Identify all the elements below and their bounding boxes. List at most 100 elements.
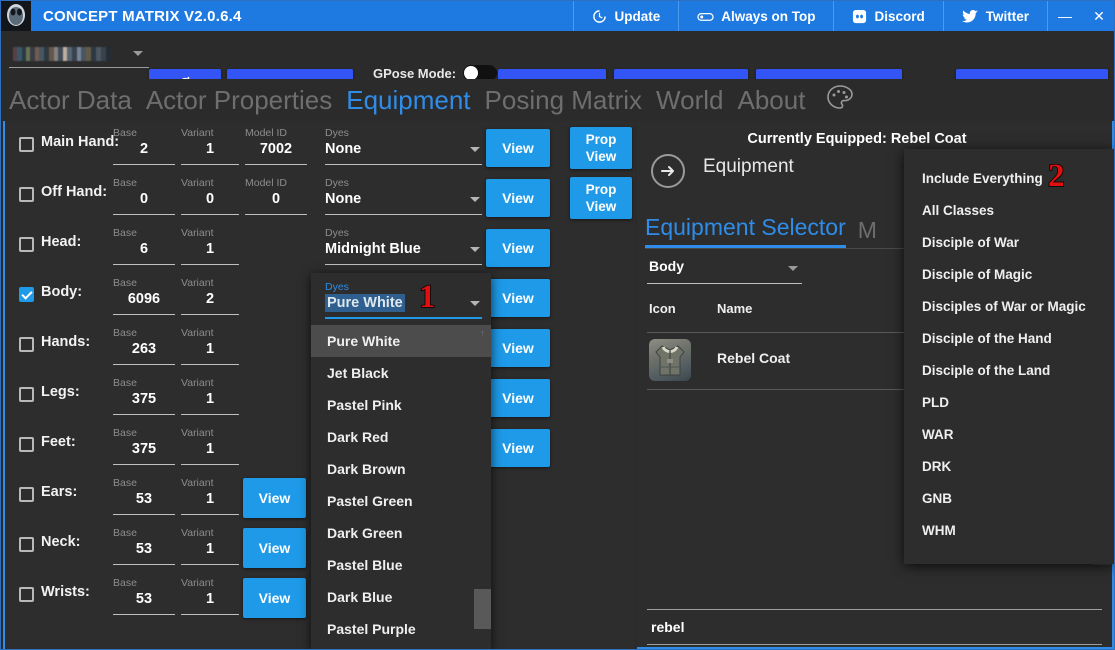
field-variant-main-hand[interactable]: Variant 1 bbox=[181, 127, 239, 165]
field-variant-hands[interactable]: Variant 1 bbox=[181, 327, 239, 365]
slot-checkbox-off-hand[interactable] bbox=[19, 187, 34, 202]
class-option-disciples-of-war-or-magic[interactable]: Disciples of War or Magic bbox=[904, 290, 1114, 322]
view-button-legs[interactable]: View bbox=[486, 379, 550, 417]
tab-world[interactable]: World bbox=[656, 87, 723, 113]
search-input-value: rebel bbox=[651, 619, 685, 635]
twitter-button[interactable]: Twitter bbox=[942, 1, 1047, 31]
field-variant-feet[interactable]: Variant 1 bbox=[181, 427, 239, 465]
slot-checkbox-legs[interactable] bbox=[19, 387, 34, 402]
slot-checkbox-body[interactable] bbox=[19, 287, 34, 302]
field-variant-body[interactable]: Variant 2 bbox=[181, 277, 239, 315]
dye-option-dark-green[interactable]: Dark Green bbox=[311, 517, 491, 549]
close-button[interactable]: ✕ bbox=[1082, 1, 1114, 31]
dye-option-pastel-pink[interactable]: Pastel Pink bbox=[311, 389, 491, 421]
always-on-top-button[interactable]: Always on Top bbox=[678, 1, 833, 31]
prop-view-button-off-hand[interactable]: Prop View bbox=[570, 177, 632, 219]
view-button-body[interactable]: View bbox=[486, 279, 550, 317]
dye-option-pastel-blue[interactable]: Pastel Blue bbox=[311, 549, 491, 581]
class-option-disciple-of-magic[interactable]: Disciple of Magic bbox=[904, 258, 1114, 290]
discord-button[interactable]: Discord bbox=[833, 1, 942, 31]
view-button-ears[interactable]: View bbox=[243, 478, 306, 518]
view-button-head[interactable]: View bbox=[486, 229, 550, 267]
prop-view-button-main-hand[interactable]: Prop View bbox=[570, 127, 632, 169]
dye-option-pure-white[interactable]: Pure White bbox=[311, 325, 491, 357]
view-button-feet[interactable]: View bbox=[486, 429, 550, 467]
field-base-off-hand[interactable]: Base 0 bbox=[113, 177, 175, 215]
slot-checkbox-main-hand[interactable] bbox=[19, 137, 34, 152]
field-variant-ears[interactable]: Variant 1 bbox=[181, 477, 239, 515]
field-base-ears[interactable]: Base 53 bbox=[113, 477, 175, 515]
dye-dropdown-field[interactable]: Dyes Pure White bbox=[325, 281, 482, 319]
view-button-wrists[interactable]: View bbox=[243, 578, 306, 618]
field-variant-wrists[interactable]: Variant 1 bbox=[181, 577, 239, 615]
class-option-pld[interactable]: PLD bbox=[904, 386, 1114, 418]
dye-option-pastel-purple[interactable]: Pastel Purple bbox=[311, 613, 491, 645]
view-button-main-hand[interactable]: View bbox=[486, 129, 550, 167]
view-button-neck[interactable]: View bbox=[243, 528, 306, 568]
slot-checkbox-wrists[interactable] bbox=[19, 587, 34, 602]
field-base-main-hand[interactable]: Base 2 bbox=[113, 127, 175, 165]
slot-checkbox-neck[interactable] bbox=[19, 537, 34, 552]
dye-option-dark-brown[interactable]: Dark Brown bbox=[311, 453, 491, 485]
dye-scrollbar-thumb[interactable] bbox=[474, 589, 491, 629]
field-base-feet[interactable]: Base 375 bbox=[113, 427, 175, 465]
field-base-neck[interactable]: Base 53 bbox=[113, 527, 175, 565]
field-variant-legs[interactable]: Variant 1 bbox=[181, 377, 239, 415]
field-base-wrists[interactable]: Base 53 bbox=[113, 577, 175, 615]
class-option-all-classes[interactable]: All Classes bbox=[904, 194, 1114, 226]
field-base-head[interactable]: Base 6 bbox=[113, 227, 175, 265]
slot-checkbox-head[interactable] bbox=[19, 237, 34, 252]
field-dyes-main-hand[interactable]: Dyes None bbox=[325, 127, 482, 165]
slot-checkbox-ears[interactable] bbox=[19, 487, 34, 502]
class-option-drk[interactable]: DRK bbox=[904, 450, 1114, 482]
view-button-off-hand[interactable]: View bbox=[486, 179, 550, 217]
field-variant-head[interactable]: Variant 1 bbox=[181, 227, 239, 265]
view-button-hands[interactable]: View bbox=[486, 329, 550, 367]
tab-equipment[interactable]: Equipment bbox=[346, 87, 470, 113]
field-model-id-off-hand[interactable]: Model ID 0 bbox=[245, 177, 307, 215]
slot-label-wrists: Wrists: bbox=[41, 584, 90, 600]
class-option-disciple-of-the-hand[interactable]: Disciple of the Hand bbox=[904, 322, 1114, 354]
tab-about[interactable]: About bbox=[737, 87, 805, 113]
tab-actor-properties[interactable]: Actor Properties bbox=[146, 87, 332, 113]
update-button[interactable]: Update bbox=[573, 1, 678, 31]
class-option-disciple-of-war[interactable]: Disciple of War bbox=[904, 226, 1114, 258]
field-variant-off-hand[interactable]: Variant 0 bbox=[181, 177, 239, 215]
field-variant-neck[interactable]: Variant 1 bbox=[181, 527, 239, 565]
slot-label-off-hand: Off Hand: bbox=[41, 184, 108, 200]
field-dyes-head[interactable]: Dyes Midnight Blue bbox=[325, 227, 482, 265]
twitter-icon bbox=[961, 9, 979, 24]
class-option-whm[interactable]: WHM bbox=[904, 514, 1114, 546]
minimize-button[interactable]: — bbox=[1048, 1, 1082, 31]
slot-row-head: Head: Base 6 Variant 1 Dyes Midnight Blu… bbox=[5, 221, 637, 271]
actor-select-dropdown[interactable] bbox=[9, 40, 149, 68]
field-base-body[interactable]: Base 6096 bbox=[113, 277, 175, 315]
dye-dropdown-value: Pure White bbox=[325, 294, 405, 312]
class-option-gnb[interactable]: GNB bbox=[904, 482, 1114, 514]
dye-option-dark-red[interactable]: Dark Red bbox=[311, 421, 491, 453]
class-option-include-everything[interactable]: Include Everything bbox=[904, 162, 1114, 194]
tab-modifiers-partial[interactable]: M bbox=[858, 217, 877, 248]
palette-icon[interactable] bbox=[825, 83, 855, 118]
tab-list: Actor Data Actor Properties Equipment Po… bbox=[9, 79, 855, 121]
field-base-hands[interactable]: Base 263 bbox=[113, 327, 175, 365]
search-input[interactable]: rebel bbox=[647, 609, 1102, 645]
class-option-war[interactable]: WAR bbox=[904, 418, 1114, 450]
dye-option-pastel-green[interactable]: Pastel Green bbox=[311, 485, 491, 517]
slot-checkbox-hands[interactable] bbox=[19, 337, 34, 352]
dye-option-dark-blue[interactable]: Dark Blue bbox=[311, 581, 491, 613]
slot-filter-dropdown[interactable]: Body bbox=[647, 256, 802, 284]
tab-posing-matrix[interactable]: Posing Matrix bbox=[485, 87, 643, 113]
dye-option-jet-black[interactable]: Jet Black bbox=[311, 357, 491, 389]
arrow-right-icon[interactable] bbox=[651, 154, 685, 188]
dye-scroll-up-icon[interactable]: ↑ bbox=[474, 325, 491, 341]
tab-equipment-selector[interactable]: Equipment Selector bbox=[645, 214, 846, 248]
field-base-legs[interactable]: Base 375 bbox=[113, 377, 175, 415]
tab-actor-data[interactable]: Actor Data bbox=[9, 87, 132, 113]
field-dyes-off-hand[interactable]: Dyes None bbox=[325, 177, 482, 215]
slot-checkbox-feet[interactable] bbox=[19, 437, 34, 452]
always-on-top-label: Always on Top bbox=[721, 8, 816, 24]
update-icon bbox=[592, 9, 607, 24]
field-model-id-main-hand[interactable]: Model ID 7002 bbox=[245, 127, 307, 165]
class-option-disciple-of-the-land[interactable]: Disciple of the Land bbox=[904, 354, 1114, 386]
